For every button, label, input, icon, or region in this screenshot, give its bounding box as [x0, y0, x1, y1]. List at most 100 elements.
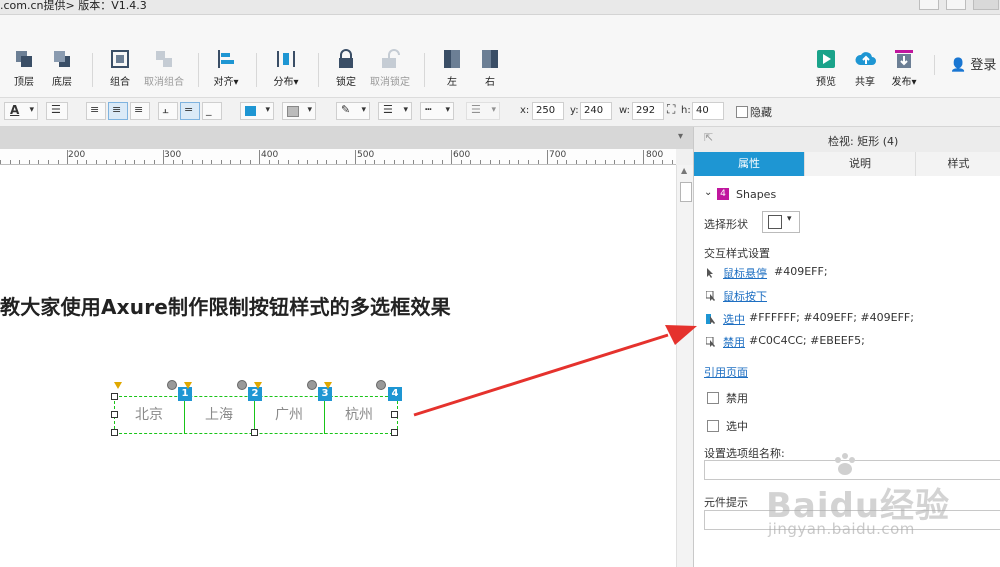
unlock-button[interactable]: 取消锁定 [366, 49, 414, 88]
valign-middle-button[interactable]: = [180, 102, 200, 120]
toolbar-divider [424, 53, 425, 87]
ruler-tick [365, 160, 366, 164]
y-input[interactable]: 240 [580, 102, 612, 120]
resize-handle[interactable] [111, 429, 118, 436]
checkbox-cell-hangzhou[interactable]: 杭州 [324, 397, 394, 433]
tab-properties[interactable]: 属性 [694, 152, 805, 176]
checkbox-cell-guangzhou[interactable]: 广州 [254, 397, 324, 433]
rotate-handle[interactable] [307, 380, 317, 390]
align-center-button[interactable]: ≡ [108, 102, 128, 120]
tab-style[interactable]: 样式 [916, 152, 1000, 176]
chevron-down-icon[interactable]: ⌄ [704, 187, 712, 198]
hidden-label: 隐藏 [750, 106, 772, 119]
x-input[interactable]: 250 [532, 102, 564, 120]
group-button[interactable]: 组合 [100, 49, 140, 88]
design-canvas[interactable]: 教大家使用Axure制作限制按钮样式的多选框效果 北京 上海 广州 杭州 1 2… [0, 165, 676, 567]
top-layer-button[interactable]: 顶层 [4, 49, 44, 88]
valign-bottom-button[interactable]: _ [202, 102, 222, 120]
page-heading[interactable]: 教大家使用Axure制作限制按钮样式的多选框效果 [0, 291, 451, 320]
login-button[interactable]: 👤 登录 [950, 54, 996, 73]
align-button[interactable]: 对齐▾ [206, 49, 246, 88]
chevron-down-icon: ▾ [445, 105, 450, 115]
mouse-down-link[interactable]: 鼠标按下 [723, 288, 767, 304]
corner-marker-icon[interactable] [324, 382, 332, 389]
shape-picker-dropdown[interactable]: ▾ [762, 211, 800, 233]
corner-marker-icon[interactable] [254, 382, 262, 389]
aspect-lock-icon[interactable]: ⛶ [667, 102, 675, 117]
ruler-tick [634, 160, 635, 164]
ruler-tick [19, 160, 20, 164]
preview-button[interactable]: 预览 [806, 49, 846, 88]
toolbar-divider [92, 53, 93, 87]
ruler-tick [624, 160, 625, 164]
widget-index-badge: 4 [388, 387, 402, 401]
tooltip-label: 元件提示 [704, 496, 748, 509]
x-label: x: [520, 105, 530, 116]
resize-handle[interactable] [251, 429, 258, 436]
arrow-style-dropdown[interactable]: ☰ ▾ [466, 102, 500, 120]
line-style-dropdown[interactable]: ┅ ▾ [420, 102, 454, 120]
chevron-down-icon: ▾ [293, 77, 299, 88]
top-layer-label: 顶层 [14, 77, 34, 88]
shadow-dropdown[interactable]: ▾ [282, 102, 316, 120]
rotate-handle[interactable] [376, 380, 386, 390]
checkbox-cell-beijing[interactable]: 北京 [114, 397, 184, 433]
bottom-layer-button[interactable]: 底层 [42, 49, 82, 88]
disabled-checkbox[interactable] [707, 392, 719, 404]
inspector-title: 检视: 矩形 (4) [828, 135, 899, 148]
ruler-tick [67, 150, 68, 164]
chevron-down-icon[interactable]: ▾ [678, 131, 683, 142]
checkbox-cell-shanghai[interactable]: 上海 [184, 397, 254, 433]
vertical-scrollbar[interactable]: ▲ [676, 165, 694, 567]
chevron-down-icon: ▾ [265, 105, 270, 115]
bullet-list-button[interactable]: ☰ [46, 102, 68, 120]
line-width-dropdown[interactable]: ☰ ▾ [378, 102, 412, 120]
selected-checkbox[interactable] [707, 420, 719, 432]
valign-top-icon: ⫠ [162, 103, 169, 116]
resize-handle[interactable] [111, 411, 118, 418]
ruler-tick [576, 160, 577, 164]
valign-top-button[interactable]: ⫠ [158, 102, 178, 120]
publish-button[interactable]: 发布▾ [884, 49, 924, 88]
w-input[interactable]: 292 [632, 102, 664, 120]
selected-link[interactable]: 选中 [723, 311, 745, 327]
ruler-tick [384, 160, 385, 164]
resize-handle[interactable] [111, 393, 118, 400]
ungroup-button[interactable]: 取消组合 [140, 49, 188, 88]
ruler-tick [432, 160, 433, 164]
left-panel-button[interactable]: 左 [432, 49, 472, 88]
corner-marker-icon[interactable] [184, 382, 192, 389]
lock-label: 锁定 [336, 77, 356, 88]
close-button[interactable] [973, 0, 999, 10]
fill-color-dropdown[interactable]: ▾ [240, 102, 274, 120]
disabled-link[interactable]: 禁用 [723, 334, 745, 350]
font-color-dropdown[interactable]: A ▾ [4, 102, 38, 120]
rotate-handle[interactable] [167, 380, 177, 390]
right-panel-icon [480, 49, 500, 69]
right-panel-button[interactable]: 右 [470, 49, 510, 88]
lock-button[interactable]: 锁定 [326, 49, 366, 88]
ruler-tick [269, 160, 270, 164]
align-left-button[interactable]: ≡ [86, 102, 106, 120]
align-right-button[interactable]: ≡ [130, 102, 150, 120]
cloud-upload-icon [855, 49, 876, 69]
h-input[interactable]: 40 [692, 102, 724, 120]
maximize-button[interactable] [946, 0, 966, 10]
hidden-checkbox[interactable] [736, 106, 748, 118]
distribute-button[interactable]: 分布▾ [266, 49, 306, 88]
resize-handle[interactable] [391, 411, 398, 418]
rotate-handle[interactable] [237, 380, 247, 390]
tab-notes[interactable]: 说明 [805, 152, 916, 176]
collapse-panel-icon[interactable]: ⇱ [704, 131, 713, 144]
reference-page-link[interactable]: 引用页面 [704, 364, 748, 380]
mouse-hover-link[interactable]: 鼠标悬停 [723, 265, 767, 281]
ruler-tick [643, 150, 644, 164]
lock-icon [336, 49, 356, 69]
corner-marker-icon[interactable] [114, 382, 122, 389]
scrollbar-thumb[interactable] [680, 182, 692, 202]
minimize-button[interactable] [919, 0, 939, 10]
line-color-dropdown[interactable]: ✎ ▾ [336, 102, 370, 120]
scroll-up-icon[interactable]: ▲ [681, 166, 687, 175]
resize-handle[interactable] [391, 429, 398, 436]
share-button[interactable]: 共享 [845, 49, 885, 88]
